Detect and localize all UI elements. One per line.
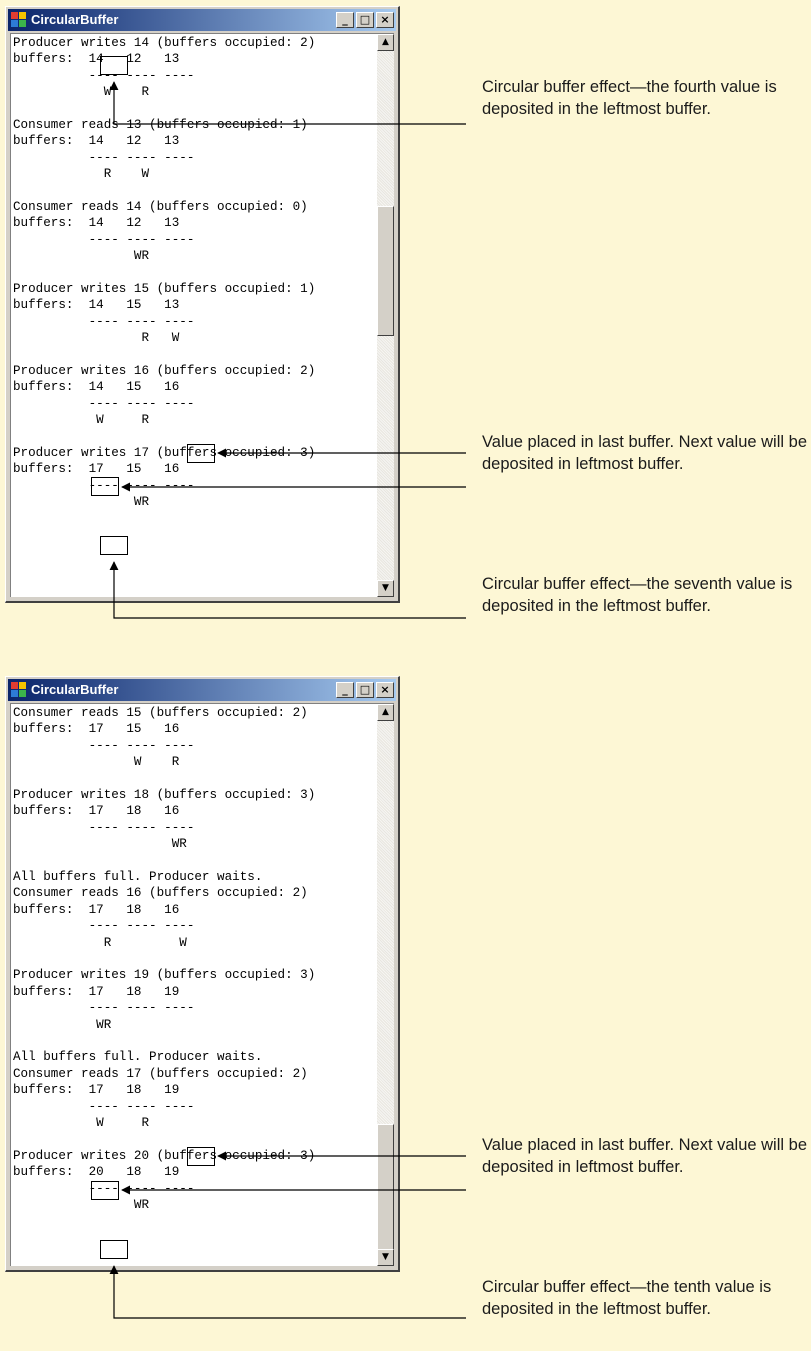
window-title: CircularBuffer [31,12,119,27]
window-title: CircularBuffer [31,682,119,697]
highlight-box [187,444,215,463]
title-bar[interactable]: CircularBuffer _ □ × [8,679,396,701]
scrollbar-thumb[interactable] [377,1124,394,1266]
output-line: WR [13,1198,150,1212]
output-text-area[interactable]: Consumer reads 15 (buffers occupied: 2) b… [10,703,394,1266]
annotation-text: Value placed in last buffer. Next value … [482,1136,807,1176]
output-line: Producer writes 19 (buffers occupied: 3) [13,968,316,983]
output-line: Consumer reads 15 (buffers occupied: 2) [13,706,308,720]
output-line: buffers: 14 12 13 [13,216,180,231]
output-text-area[interactable]: Producer writes 14 (buffers occupied: 2)… [10,33,394,597]
output-line: Consumer reads 16 (buffers occupied: 2) [13,886,308,901]
close-button[interactable]: × [376,12,394,28]
circular-buffer-window-1: CircularBuffer _ □ × Producer writes 14 … [5,6,400,603]
highlight-box [100,56,128,75]
output-line: Consumer reads 17 (buffers occupied: 2) [13,1066,308,1081]
app-icon [11,12,27,28]
output-line: buffers: 14 15 13 [13,298,180,313]
output-line: All buffers full. Producer waits. [13,1050,263,1065]
annotation-text: Circular buffer effect—the fourth value … [482,78,777,118]
output-line: buffers: 20 18 19 [13,1165,180,1180]
output-line: Producer writes 17 (buffers occupied: 3) [13,446,316,460]
output-line: ---- ---- ---- [13,396,195,411]
output-line: ---- ---- ---- [13,738,195,753]
output-line: ---- ---- ---- [13,919,195,934]
title-bar-controls: _ □ × [334,11,394,29]
output-line: buffers: 14 12 13 [13,52,180,67]
output-line: ---- ---- ---- [13,314,195,329]
scroll-down-arrow-icon[interactable]: ▼ [377,1249,394,1266]
output-line: ---- ---- ---- [13,1001,195,1016]
output-line: WR [13,495,150,510]
maximize-button[interactable]: □ [356,682,374,698]
output-line: buffers: 17 18 16 [13,902,180,917]
output-line: Producer writes 15 (buffers occupied: 1) [13,282,316,296]
highlight-box [100,536,128,555]
output-line: Consumer reads 13 (buffers occupied: 1) [13,118,308,132]
output-line: WR [13,249,150,264]
output-line: Producer writes 16 (buffers occupied: 2) [13,364,316,378]
output-line: ---- ---- ---- [13,150,195,165]
output-line: buffers: 17 15 16 [13,462,180,477]
output-line: buffers: 17 18 19 [13,984,180,999]
output-line: Consumer reads 14 (buffers occupied: 0) [13,200,308,214]
scrollbar-thumb[interactable] [377,206,394,336]
minimize-button[interactable]: _ [336,12,354,28]
annotation-text: Circular buffer effect—the tenth value i… [482,1278,772,1318]
output-line: Producer writes 18 (buffers occupied: 3) [13,788,316,802]
output-line: W R [13,413,150,428]
output-line: ---- ---- ---- [13,820,195,835]
output-line: buffers: 17 15 16 [13,722,180,737]
annotation-text: Circular buffer effect—the seventh value… [482,575,793,615]
annotation-text: Value placed in last buffer. Next value … [482,433,807,473]
close-button[interactable]: × [376,682,394,698]
output-line: W R [13,755,180,770]
output-line: R W [13,331,180,346]
output-line: buffers: 17 18 19 [13,1083,180,1098]
app-icon [11,682,27,698]
maximize-button[interactable]: □ [356,12,374,28]
highlight-box [91,1181,119,1200]
output-line: All buffers full. Producer waits. [13,870,263,884]
output-line: Producer writes 20 (buffers occupied: 3) [13,1148,316,1163]
output-line: buffers: 14 15 16 [13,380,180,395]
callout-arrow [109,1265,466,1319]
highlight-box [187,1147,215,1166]
output-line: buffers: 17 18 16 [13,804,180,819]
minimize-button[interactable]: _ [336,682,354,698]
scroll-up-arrow-icon[interactable]: ▲ [377,34,394,51]
scroll-down-arrow-icon[interactable]: ▼ [377,580,394,597]
highlight-box [100,1240,128,1259]
scroll-up-arrow-icon[interactable]: ▲ [377,704,394,721]
output-line: buffers: 14 12 13 [13,134,180,149]
vertical-scrollbar[interactable]: ▲ ▼ [377,704,394,1266]
output-line: W R [13,1116,150,1130]
output-line: WR [13,1017,112,1032]
output-line: WR [13,837,187,852]
output-line: Producer writes 14 (buffers occupied: 2) [13,36,316,50]
output-line: R W [13,167,150,182]
title-bar[interactable]: CircularBuffer _ □ × [8,9,396,31]
output-line: W R [13,85,150,100]
title-bar-controls: _ □ × [334,681,394,699]
circular-buffer-window-2: CircularBuffer _ □ × Consumer reads 15 (… [5,676,400,1272]
highlight-box [91,477,119,496]
vertical-scrollbar[interactable]: ▲ ▼ [377,34,394,597]
output-line: ---- ---- ---- [13,232,195,247]
output-line: ---- ---- ---- [13,1099,195,1114]
output-line: R W [13,935,187,950]
